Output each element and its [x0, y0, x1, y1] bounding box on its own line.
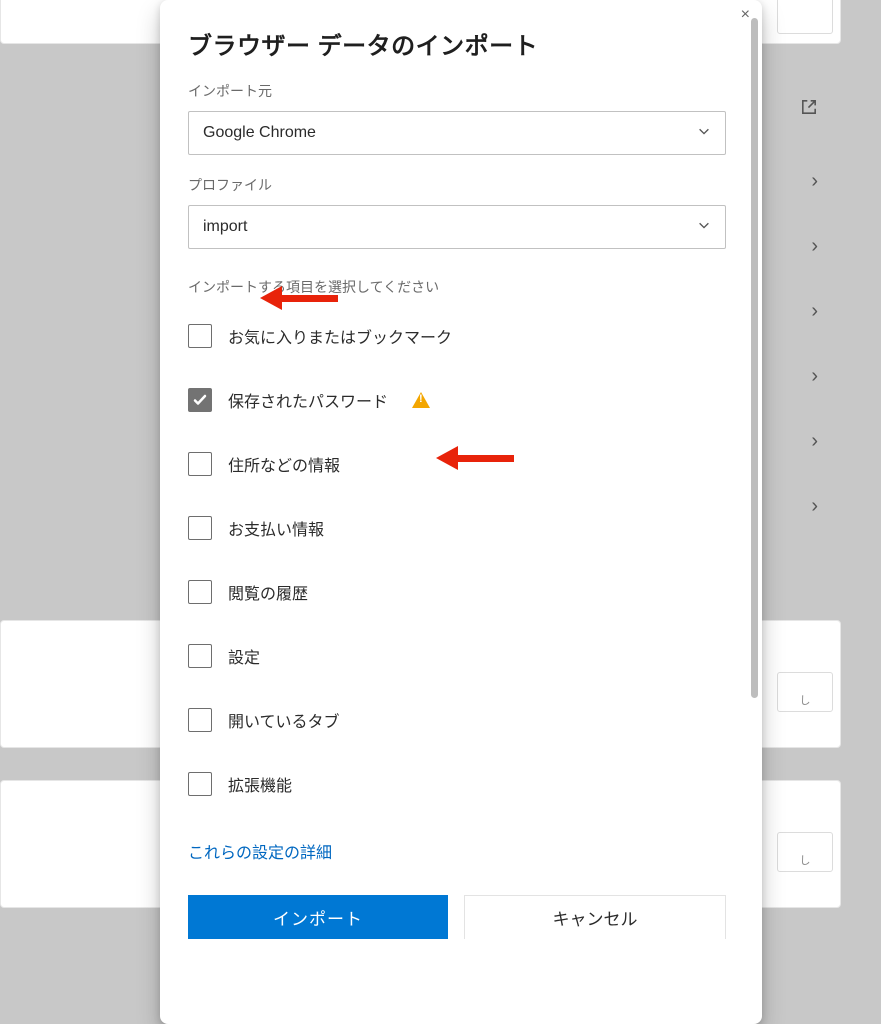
settings-details-link[interactable]: これらの設定の詳細 [188, 839, 332, 863]
import-item-label: 開いているタブ [228, 708, 340, 732]
scrollbar[interactable] [751, 18, 758, 698]
import-source-select[interactable]: Google Chrome [188, 111, 726, 155]
import-item-label: 閲覧の履歴 [228, 580, 308, 604]
import-item-row[interactable]: 拡張機能 [188, 767, 726, 801]
profile-label: プロファイル [188, 175, 726, 195]
chevron-right-icon[interactable]: › [811, 235, 818, 258]
bg-small-button [777, 0, 833, 34]
chevron-right-icon[interactable]: › [811, 495, 818, 518]
import-item-row[interactable]: お気に入りまたはブックマーク [188, 319, 726, 353]
checkbox[interactable] [188, 452, 212, 476]
chevron-right-icon[interactable]: › [811, 170, 818, 193]
bg-small-button: し [777, 672, 833, 712]
chevron-right-icon[interactable]: › [811, 430, 818, 453]
import-item-label: 設定 [228, 644, 260, 668]
import-item-row[interactable]: 設定 [188, 639, 726, 673]
popout-icon[interactable] [800, 98, 818, 121]
chevron-right-icon[interactable]: › [811, 300, 818, 323]
import-browser-data-modal: × ブラウザー データのインポート インポート元 Google Chrome プ… [160, 0, 762, 1024]
import-item-label: お気に入りまたはブックマーク [228, 324, 452, 348]
checkbox[interactable] [188, 708, 212, 732]
import-item-label: 住所などの情報 [228, 452, 340, 476]
import-item-row[interactable]: お支払い情報 [188, 511, 726, 545]
import-source-label: インポート元 [188, 81, 726, 101]
import-item-row[interactable]: 保存されたパスワード [188, 383, 726, 417]
annotation-arrow [436, 446, 514, 470]
close-icon[interactable]: × [741, 6, 750, 24]
chevron-right-icon[interactable]: › [811, 365, 818, 388]
modal-title: ブラウザー データのインポート [188, 26, 726, 61]
chevron-down-icon [697, 218, 711, 237]
warning-icon [412, 392, 430, 408]
bg-small-button: し [777, 832, 833, 872]
import-item-label: 保存されたパスワード [228, 388, 388, 412]
profile-select[interactable]: import [188, 205, 726, 249]
checkbox[interactable] [188, 516, 212, 540]
cancel-button[interactable]: キャンセル [464, 895, 726, 939]
import-item-label: 拡張機能 [228, 772, 292, 796]
bg-chevron-column: › › › › › › [811, 170, 818, 518]
import-items-list: お気に入りまたはブックマーク保存されたパスワード住所などの情報お支払い情報閲覧の… [188, 319, 726, 801]
checkbox[interactable] [188, 644, 212, 668]
checkbox[interactable] [188, 772, 212, 796]
import-source-value: Google Chrome [203, 124, 316, 142]
checkbox[interactable] [188, 580, 212, 604]
chevron-down-icon [697, 124, 711, 143]
checkbox[interactable] [188, 388, 212, 412]
import-item-row[interactable]: 閲覧の履歴 [188, 575, 726, 609]
import-item-label: お支払い情報 [228, 516, 324, 540]
import-item-row[interactable]: 開いているタブ [188, 703, 726, 737]
import-button[interactable]: インポート [188, 895, 448, 939]
annotation-arrow [260, 286, 338, 310]
checkbox[interactable] [188, 324, 212, 348]
profile-value: import [203, 218, 247, 236]
